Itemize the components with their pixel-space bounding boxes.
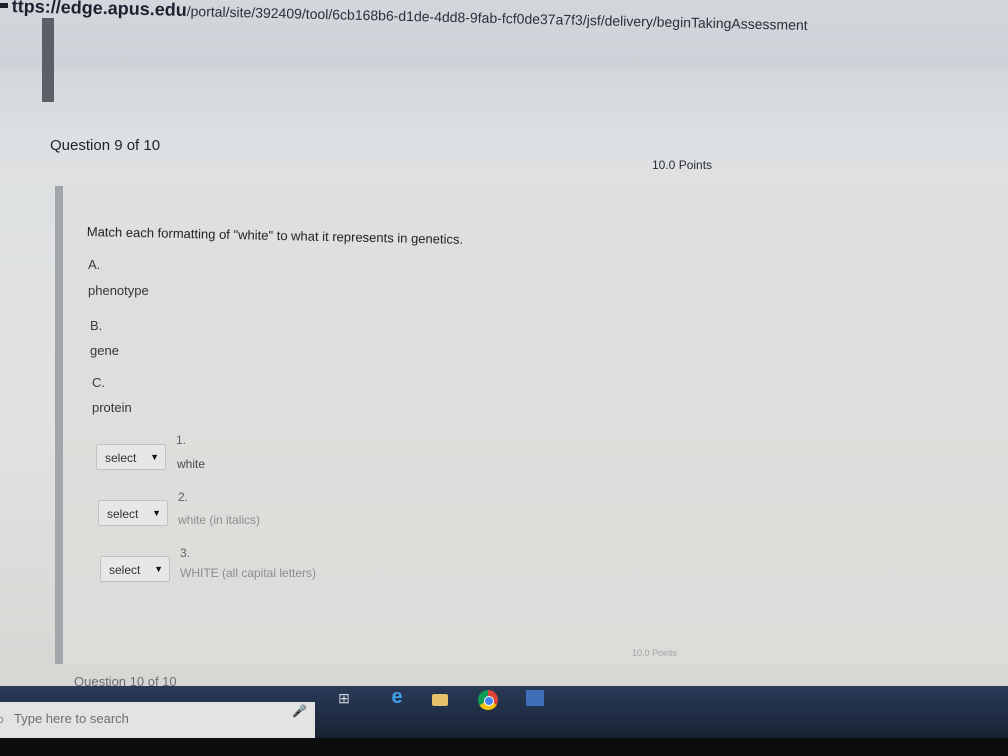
- file-explorer-icon[interactable]: [432, 694, 448, 706]
- item-number-1: 1.: [176, 433, 187, 447]
- dropdown-caret-icon: ▼: [154, 564, 163, 574]
- taskbar-search-placeholder: Type here to search: [14, 711, 129, 726]
- url-path: /portal/site/392409/tool/6cb168b6-d1de-4…: [186, 2, 808, 34]
- item-number-2: 2.: [178, 490, 189, 504]
- select-label: select: [105, 451, 137, 465]
- match-select-1[interactable]: select ▼: [96, 444, 166, 470]
- question-card: [55, 186, 1008, 664]
- url-host: ttps://edge.apus.edu: [11, 0, 187, 20]
- item-text-2: white (in italics): [178, 513, 261, 527]
- lock-icon: [0, 3, 8, 8]
- option-letter-a: A.: [88, 257, 101, 272]
- match-select-2[interactable]: select ▼: [98, 500, 168, 526]
- select-label: select: [107, 507, 139, 521]
- item-text-3: WHITE (all capital letters): [180, 566, 317, 580]
- option-label-phenotype: phenotype: [88, 283, 149, 298]
- item-number-3: 3.: [180, 546, 191, 560]
- dropdown-caret-icon: ▼: [150, 452, 159, 462]
- item-text-1: white: [177, 457, 206, 471]
- question-points: 10.0 Points: [652, 158, 713, 172]
- microphone-icon[interactable]: 🎤: [292, 704, 307, 718]
- url-text[interactable]: ttps://edge.apus.edu/portal/site/392409/…: [12, 0, 808, 35]
- next-question-points: 10.0 Points: [632, 648, 678, 658]
- task-view-icon[interactable]: ⊞: [333, 690, 355, 708]
- edge-browser-icon[interactable]: e: [386, 686, 408, 708]
- dropdown-caret-icon: ▼: [152, 508, 161, 518]
- word-icon[interactable]: [526, 690, 544, 706]
- option-letter-c: C.: [92, 375, 105, 390]
- screen-bezel: [0, 738, 1008, 756]
- chrome-icon[interactable]: [478, 690, 498, 710]
- search-icon[interactable]: ○: [0, 711, 4, 727]
- option-label-protein: protein: [92, 400, 132, 415]
- option-label-gene: gene: [90, 343, 119, 358]
- address-bar[interactable]: ttps://edge.apus.edu/portal/site/392409/…: [0, 0, 1008, 68]
- question-title: Question 9 of 10: [50, 137, 161, 154]
- option-letter-b: B.: [90, 318, 103, 333]
- match-select-3[interactable]: select ▼: [100, 556, 170, 582]
- page-accent-bar: [42, 18, 54, 102]
- select-label: select: [109, 563, 141, 577]
